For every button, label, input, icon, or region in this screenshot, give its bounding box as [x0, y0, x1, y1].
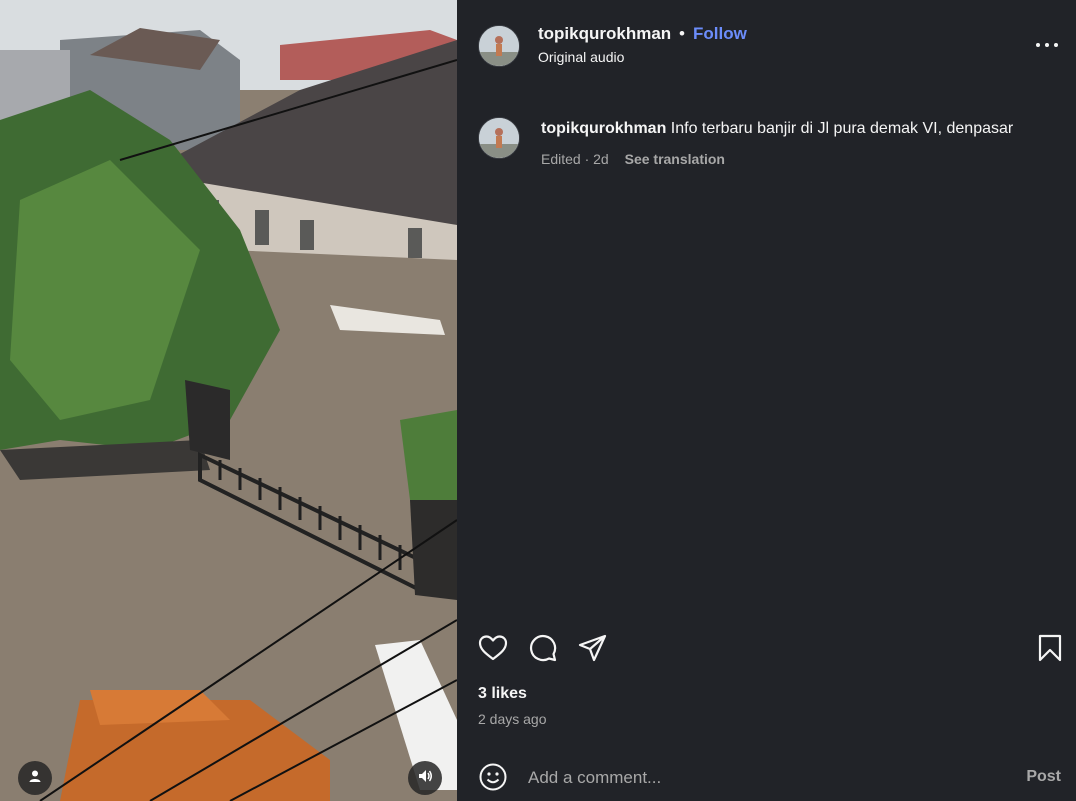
- comment-bar: Post: [457, 756, 1076, 801]
- emoji-icon[interactable]: [478, 762, 508, 792]
- speaker-icon: [417, 768, 433, 789]
- comment-input[interactable]: [528, 766, 968, 790]
- author-avatar[interactable]: [478, 25, 520, 67]
- original-audio-link[interactable]: Original audio: [538, 49, 624, 65]
- more-dot-icon: [1054, 43, 1058, 47]
- edited-timestamp: Edited · 2d: [541, 151, 609, 167]
- post-details-panel: topikqurokhman • Follow Original audio t…: [457, 0, 1076, 801]
- post-comment-button[interactable]: Post: [1026, 768, 1061, 786]
- caption-username[interactable]: topikqurokhman: [541, 120, 666, 137]
- post-media[interactable]: [0, 0, 457, 801]
- caption: topikqurokhman Info terbaru banjir di Jl…: [541, 120, 1013, 138]
- user-tag-button[interactable]: [18, 761, 52, 795]
- more-dot-icon: [1036, 43, 1040, 47]
- heart-icon[interactable]: [477, 632, 509, 664]
- caption-avatar[interactable]: [478, 117, 520, 159]
- audio-toggle-button[interactable]: [408, 761, 442, 795]
- caption-meta: Edited · 2d See translation: [541, 151, 725, 167]
- separator-dot: •: [679, 24, 685, 43]
- comment-icon[interactable]: [527, 632, 559, 664]
- likes-count[interactable]: 3 likes: [478, 685, 527, 703]
- follow-button[interactable]: Follow: [693, 24, 747, 44]
- see-translation-link[interactable]: See translation: [625, 151, 725, 167]
- post-time: 2 days ago: [478, 711, 547, 727]
- action-bar: [457, 630, 1076, 670]
- post-header: topikqurokhman • Follow Original audio: [457, 0, 1076, 90]
- more-dot-icon: [1045, 43, 1049, 47]
- more-options-button[interactable]: [1036, 36, 1058, 54]
- bookmark-icon[interactable]: [1034, 632, 1066, 664]
- caption-text: Info terbaru banjir di Jl pura demak VI,…: [670, 120, 1014, 137]
- share-icon[interactable]: [577, 632, 609, 664]
- flood-photo: [0, 0, 457, 801]
- author-username[interactable]: topikqurokhman: [538, 24, 671, 44]
- user-icon: [28, 769, 42, 788]
